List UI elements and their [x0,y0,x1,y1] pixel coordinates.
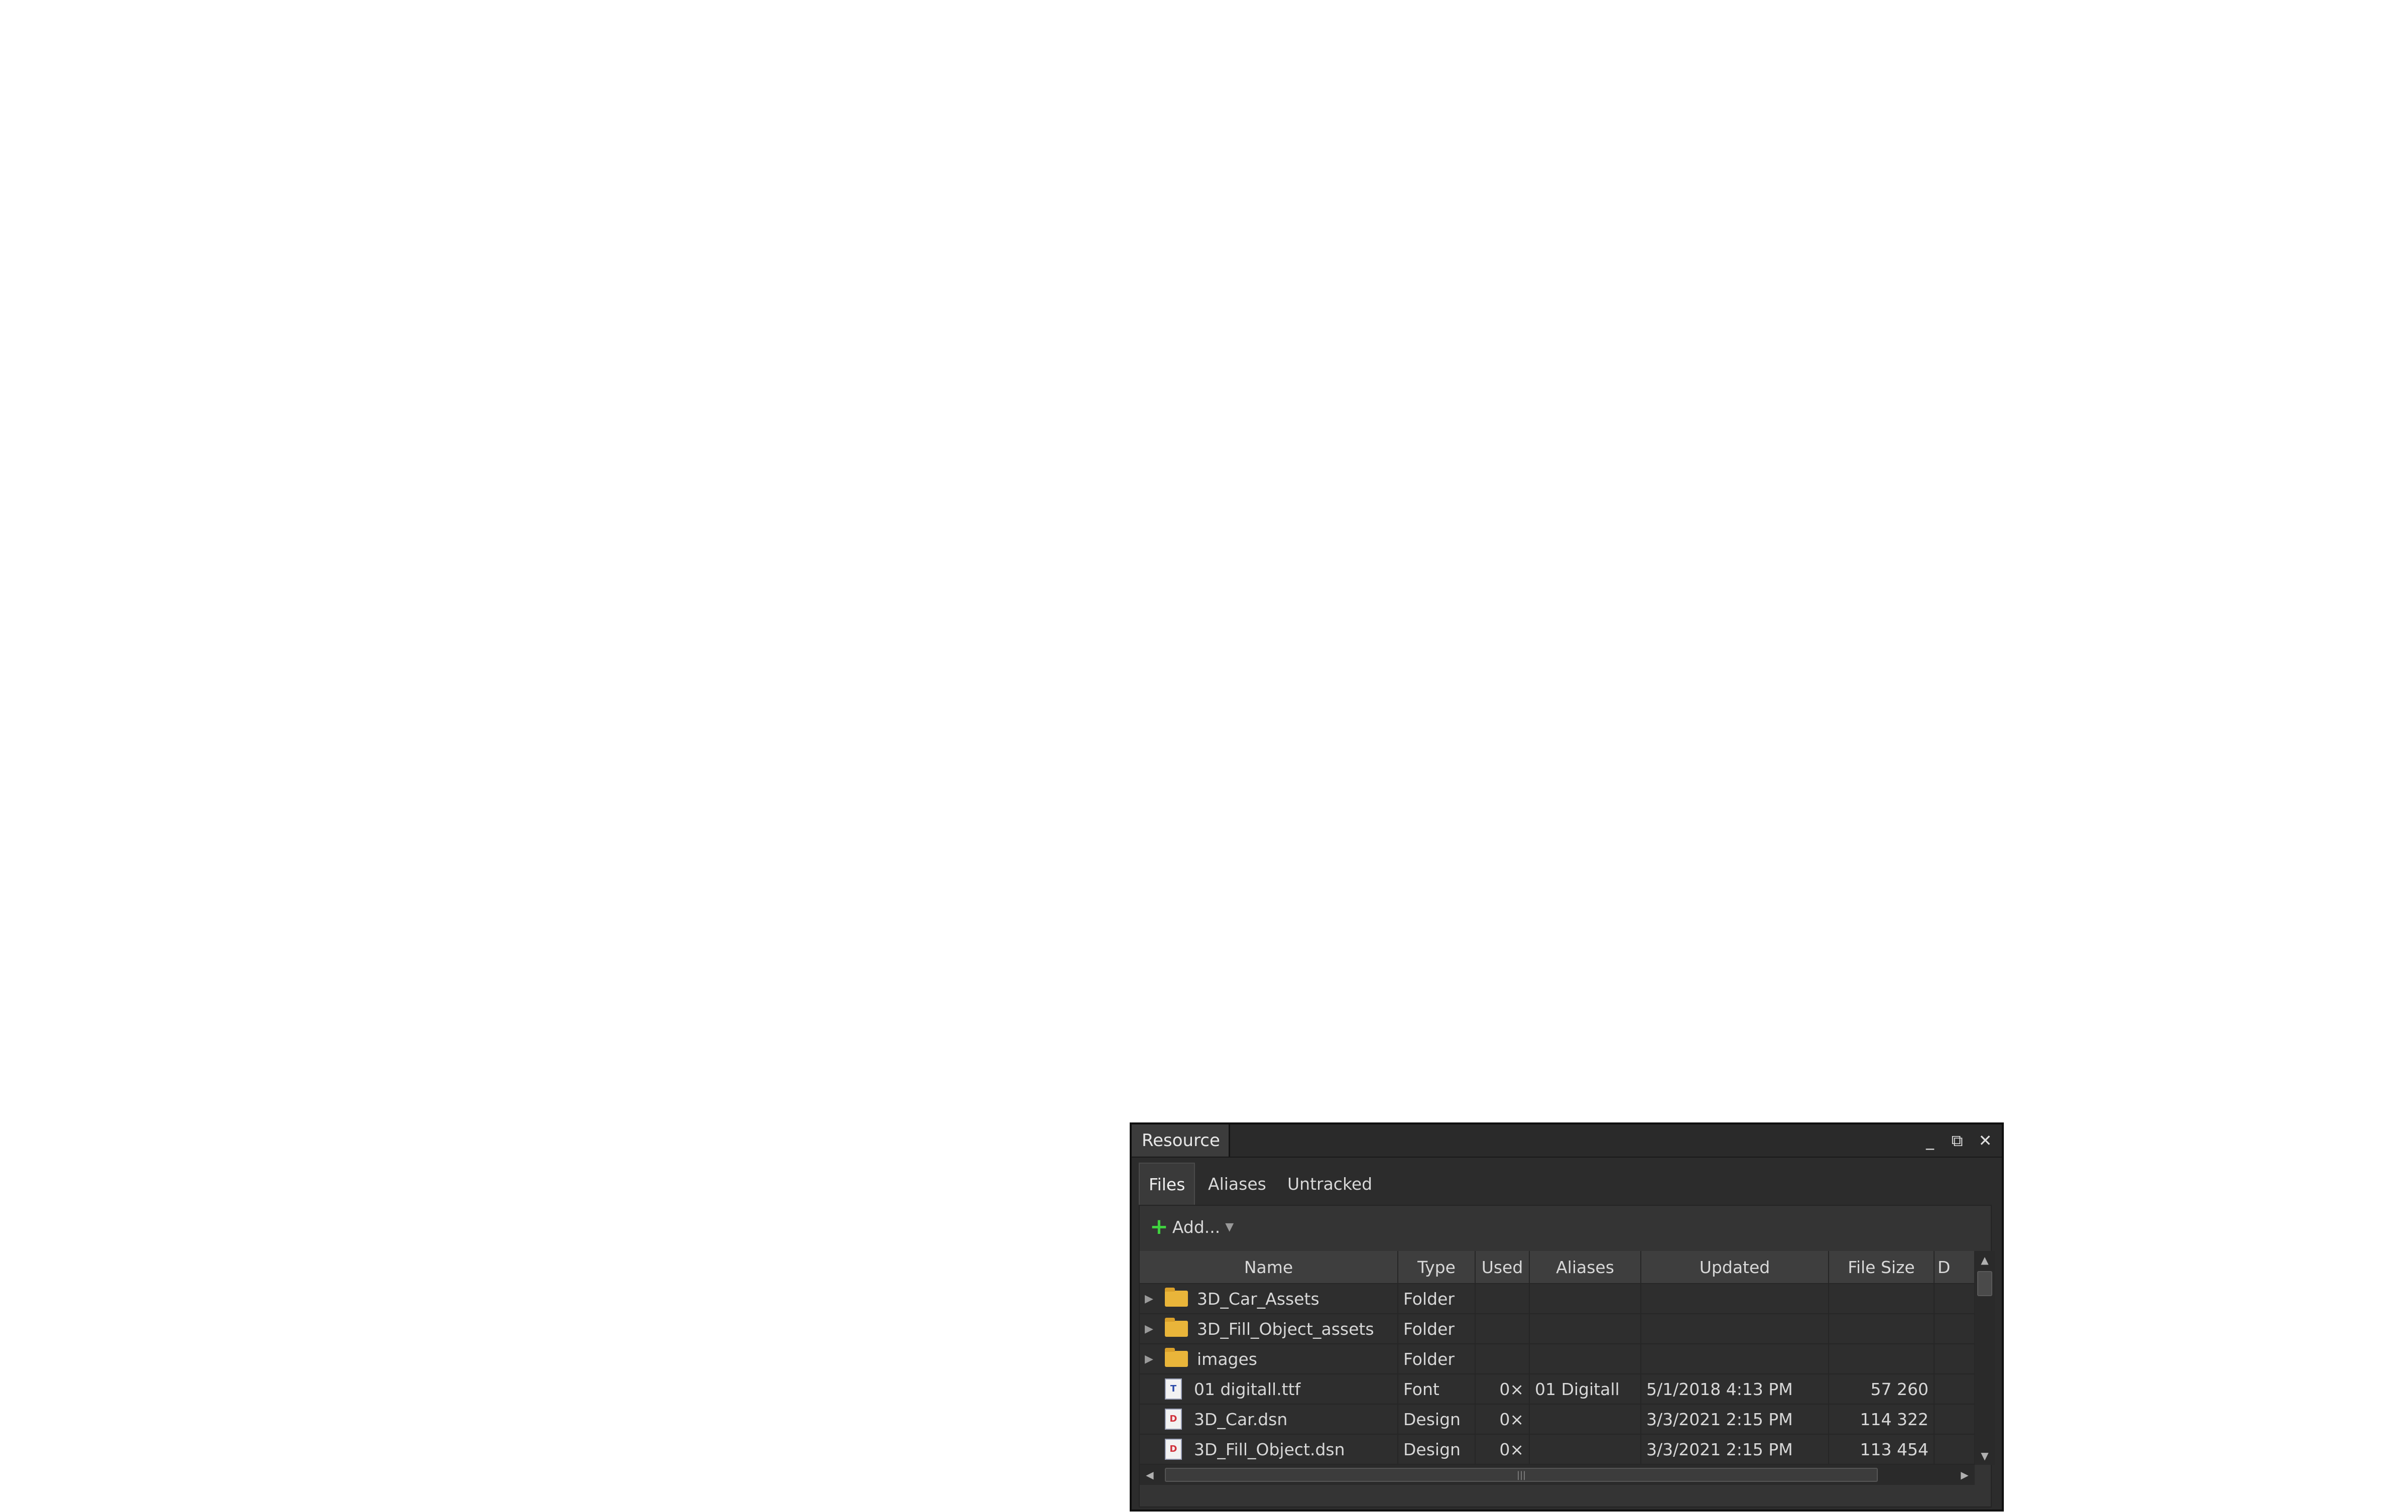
column-header-updated[interactable]: Updated [1641,1251,1829,1284]
row-used [1475,1344,1530,1374]
folder-icon [1165,1318,1188,1337]
files-content: + Add... ▼ Name Type Used Aliases Update… [1139,1205,1995,1507]
folder-icon [1165,1348,1188,1367]
scroll-right-icon[interactable]: ▶ [1955,1465,1975,1485]
expand-arrow-icon[interactable]: ▶ [1145,1353,1165,1365]
design-file-icon: D [1165,1439,1182,1460]
table-row[interactable]: ▶ images Folder [1140,1344,1975,1374]
row-aliases [1529,1284,1641,1314]
column-header-d[interactable]: D [1934,1251,1975,1284]
column-header-name[interactable]: Name [1140,1251,1398,1284]
row-size [1829,1314,1935,1344]
design-file-icon: D [1165,1409,1182,1430]
scroll-down-icon[interactable]: ▼ [1975,1447,1995,1465]
row-updated [1641,1314,1829,1344]
table-row[interactable]: ▶ 3D_Car_Assets Folder [1140,1284,1975,1314]
vertical-scrollbar[interactable]: ▲ ▼ [1975,1251,1995,1465]
row-used: 0× [1475,1434,1530,1465]
table-row[interactable]: D 3D_Fill_Object.dsn Design 0× 3/3/2021 2… [1140,1434,1975,1465]
row-used: 0× [1475,1404,1530,1435]
row-updated [1641,1344,1829,1374]
table-header-row: Name Type Used Aliases Updated File Size… [1140,1251,1975,1284]
row-aliases: 01 Digitall [1529,1374,1641,1405]
row-size: 114 322 [1829,1404,1935,1435]
row-updated: 3/3/2021 2:15 PM [1641,1434,1829,1465]
row-type: Font [1398,1374,1476,1405]
tab-files[interactable]: Files [1139,1163,1195,1205]
row-aliases [1529,1434,1641,1465]
row-size [1829,1344,1935,1374]
row-aliases [1529,1404,1641,1435]
row-type: Folder [1398,1344,1476,1374]
row-aliases [1529,1314,1641,1344]
resource-panel: Resource _ ⧉ ✕ Files Aliases Untracked +… [1130,1122,2004,1511]
row-d [1934,1374,1975,1405]
files-table: Name Type Used Aliases Updated File Size… [1140,1251,1975,1465]
row-updated: 3/3/2021 2:15 PM [1641,1404,1829,1435]
add-button-label: Add... [1172,1217,1221,1237]
toolbar: + Add... ▼ [1140,1206,1991,1248]
row-name: images [1197,1349,1257,1369]
row-name: 3D_Fill_Object.dsn [1194,1439,1345,1459]
expand-arrow-icon[interactable]: ▶ [1145,1323,1165,1335]
panel-titlebar: Resource _ ⧉ ✕ [1132,1124,2002,1158]
minimize-icon[interactable]: _ [1919,1129,1941,1152]
close-icon[interactable]: ✕ [1974,1129,1996,1152]
row-type: Folder [1398,1314,1476,1344]
column-header-used[interactable]: Used [1475,1251,1530,1284]
font-file-icon: T [1165,1378,1182,1400]
row-used [1475,1314,1530,1344]
tab-untracked[interactable]: Untracked [1287,1163,1372,1205]
row-aliases [1529,1344,1641,1374]
row-d [1934,1284,1975,1314]
row-name: 3D_Fill_Object_assets [1197,1319,1374,1339]
tab-aliases[interactable]: Aliases [1208,1163,1266,1205]
plus-icon: + [1150,1214,1168,1239]
column-header-aliases[interactable]: Aliases [1529,1251,1641,1284]
horizontal-scrollbar[interactable]: ◀ ||| ▶ [1140,1465,1975,1485]
row-used [1475,1284,1530,1314]
vertical-scroll-thumb[interactable] [1977,1271,1992,1296]
row-updated [1641,1284,1829,1314]
row-used: 0× [1475,1374,1530,1405]
panel-title[interactable]: Resource [1132,1124,1230,1157]
horizontal-scroll-thumb[interactable]: ||| [1165,1468,1878,1482]
restore-icon[interactable]: ⧉ [1946,1129,1968,1152]
chevron-down-icon[interactable]: ▼ [1225,1221,1234,1233]
row-name: 3D_Car.dsn [1194,1409,1288,1429]
row-updated: 5/1/2018 4:13 PM [1641,1374,1829,1405]
row-name: 3D_Car_Assets [1197,1289,1319,1309]
row-type: Design [1398,1404,1476,1435]
column-header-type[interactable]: Type [1398,1251,1476,1284]
add-button[interactable]: + Add... ▼ [1150,1216,1234,1238]
table-row[interactable]: D 3D_Car.dsn Design 0× 3/3/2021 2:15 PM 1… [1140,1404,1975,1435]
table-row[interactable]: T 01 digitall.ttf Font 0× 01 Digitall 5/1… [1140,1374,1975,1405]
column-header-file-size[interactable]: File Size [1829,1251,1935,1284]
scroll-left-icon[interactable]: ◀ [1140,1465,1160,1485]
row-size: 57 260 [1829,1374,1935,1405]
row-d [1934,1404,1975,1435]
row-type: Folder [1398,1284,1476,1314]
table-row[interactable]: ▶ 3D_Fill_Object_assets Folder [1140,1314,1975,1344]
folder-icon [1165,1288,1188,1307]
tab-bar: Files Aliases Untracked [1139,1163,1992,1205]
scroll-up-icon[interactable]: ▲ [1975,1251,1995,1269]
expand-arrow-icon[interactable]: ▶ [1145,1293,1165,1305]
row-name: 01 digitall.ttf [1194,1379,1301,1399]
row-d [1934,1344,1975,1374]
row-d [1934,1314,1975,1344]
row-d [1934,1434,1975,1465]
row-type: Design [1398,1434,1476,1465]
row-size: 113 454 [1829,1434,1935,1465]
row-size [1829,1284,1935,1314]
